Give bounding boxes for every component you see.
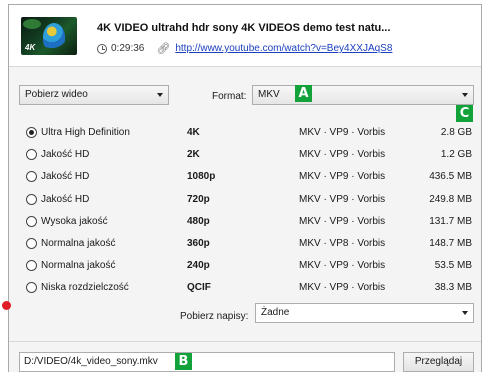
browse-button[interactable]: Przeglądaj bbox=[403, 352, 474, 372]
quality-resolution: QCIF bbox=[187, 282, 211, 294]
quality-label: Normalna jakość bbox=[41, 260, 116, 272]
video-header: 4K 4K VIDEO ultrahd hdr sony 4K VIDEOS d… bbox=[9, 5, 481, 67]
chevron-down-icon bbox=[462, 93, 468, 97]
quality-label: Jakość HD bbox=[41, 193, 90, 205]
quality-codec: MKV · VP9 · Vorbis bbox=[299, 215, 386, 227]
quality-label: Niska rozdzielczość bbox=[41, 282, 129, 294]
radio-icon[interactable] bbox=[26, 282, 37, 294]
quality-codec: MKV · VP8 · Vorbis bbox=[299, 238, 386, 249]
leaf-graphic bbox=[23, 19, 41, 29]
quality-resolution: 480p bbox=[187, 215, 210, 227]
parrot-graphic bbox=[43, 23, 65, 51]
chevron-down-icon bbox=[462, 311, 468, 315]
quality-resolution: 4K bbox=[187, 127, 200, 138]
format-select[interactable]: MKV bbox=[252, 85, 474, 105]
quality-size: 249.8 MB bbox=[429, 193, 472, 205]
video-duration: 0:29:36 bbox=[111, 43, 145, 54]
quality-option[interactable]: Jakość HD 2K MKV · VP9 · Vorbis 1.2 GB bbox=[9, 144, 481, 166]
quality-size: 131.7 MB bbox=[429, 215, 472, 227]
quality-codec: MKV · VP9 · Vorbis bbox=[299, 193, 386, 205]
quality-size: 1.2 GB bbox=[440, 149, 472, 161]
output-path-value: D:/VIDEO/4k_video_sony.mkv bbox=[24, 356, 158, 367]
quality-resolution: 720p bbox=[187, 193, 210, 205]
quality-size: 2.8 GB bbox=[440, 127, 472, 138]
format-value: MKV bbox=[258, 89, 280, 100]
subtitles-value: Żadne bbox=[261, 307, 290, 318]
radio-icon[interactable] bbox=[26, 215, 37, 227]
video-meta: 0:29:36 🔗︎ http://www.youtube.com/watch?… bbox=[97, 42, 392, 55]
radio-icon[interactable] bbox=[26, 193, 37, 205]
radio-icon[interactable] bbox=[26, 238, 37, 249]
divider bbox=[9, 341, 481, 342]
video-url[interactable]: http://www.youtube.com/watch?v=Bey4XXJAq… bbox=[175, 43, 392, 54]
quality-resolution: 1080p bbox=[187, 171, 216, 183]
radio-icon[interactable] bbox=[26, 149, 37, 161]
quality-size: 53.5 MB bbox=[434, 260, 472, 272]
quality-resolution: 360p bbox=[187, 238, 210, 249]
quality-codec: MKV · VP9 · Vorbis bbox=[299, 127, 386, 138]
badge-b: B bbox=[175, 353, 192, 370]
quality-codec: MKV · VP9 · Vorbis bbox=[299, 260, 386, 272]
quality-option[interactable]: Jakość HD 1080p MKV · VP9 · Vorbis 436.5 MB bbox=[9, 166, 481, 188]
radio-icon[interactable] bbox=[26, 260, 37, 272]
quality-codec: MKV · VP9 · Vorbis bbox=[299, 282, 386, 294]
download-dialog: 4K 4K VIDEO ultrahd hdr sony 4K VIDEOS d… bbox=[8, 4, 482, 372]
download-type-value: Pobierz wideo bbox=[25, 89, 88, 100]
quality-resolution: 240p bbox=[187, 260, 210, 272]
quality-size: 148.7 MB bbox=[429, 238, 472, 249]
video-title: 4K VIDEO ultrahd hdr sony 4K VIDEOS demo… bbox=[97, 22, 391, 34]
quality-label: Jakość HD bbox=[41, 171, 90, 183]
thumbnail-brand: 4K bbox=[25, 43, 36, 52]
link-icon: 🔗︎ bbox=[156, 43, 171, 55]
quality-resolution: 2K bbox=[187, 149, 200, 161]
quality-label: Jakość HD bbox=[41, 149, 90, 161]
quality-option[interactable]: Wysoka jakość 480p MKV · VP9 · Vorbis 131.7… bbox=[9, 211, 481, 233]
output-path-input[interactable]: D:/VIDEO/4k_video_sony.mkv bbox=[19, 352, 395, 372]
quality-option[interactable]: Normalna jakość 240p MKV · VP9 · Vorbis 53.… bbox=[9, 255, 481, 277]
quality-size: 436.5 MB bbox=[429, 171, 472, 183]
quality-size: 38.3 MB bbox=[434, 282, 472, 294]
quality-codec: MKV · VP9 · Vorbis bbox=[299, 171, 386, 183]
quality-label: Ultra High Definition bbox=[41, 127, 130, 138]
quality-option[interactable]: Jakość HD 720p MKV · VP9 · Vorbis 249.8 MB bbox=[9, 189, 481, 211]
radio-icon[interactable] bbox=[26, 171, 37, 183]
badge-a: A bbox=[295, 85, 312, 102]
format-label: Format: bbox=[212, 91, 247, 102]
red-marker-dot bbox=[2, 301, 11, 310]
quality-label: Normalna jakość bbox=[41, 238, 116, 249]
quality-option[interactable]: Normalna jakość 360p MKV · VP8 · Vorbis 148… bbox=[9, 233, 481, 255]
chevron-down-icon bbox=[157, 93, 163, 97]
quality-option[interactable]: Niska rozdzielczość QCIF MKV · VP9 · Vorbi… bbox=[9, 277, 481, 299]
clock-icon bbox=[97, 43, 107, 54]
quality-option[interactable]: Ultra High Definition 4K MKV · VP9 · Vorbi… bbox=[9, 122, 481, 144]
radio-selected-icon[interactable] bbox=[26, 127, 37, 138]
video-thumbnail: 4K bbox=[21, 17, 77, 55]
quality-codec: MKV · VP9 · Vorbis bbox=[299, 149, 386, 161]
subtitles-select[interactable]: Żadne bbox=[255, 303, 474, 323]
subtitles-label: Pobierz napisy: bbox=[180, 311, 249, 322]
download-type-select[interactable]: Pobierz wideo bbox=[19, 85, 169, 105]
quality-label: Wysoka jakość bbox=[41, 215, 108, 227]
badge-c: C bbox=[456, 105, 473, 122]
